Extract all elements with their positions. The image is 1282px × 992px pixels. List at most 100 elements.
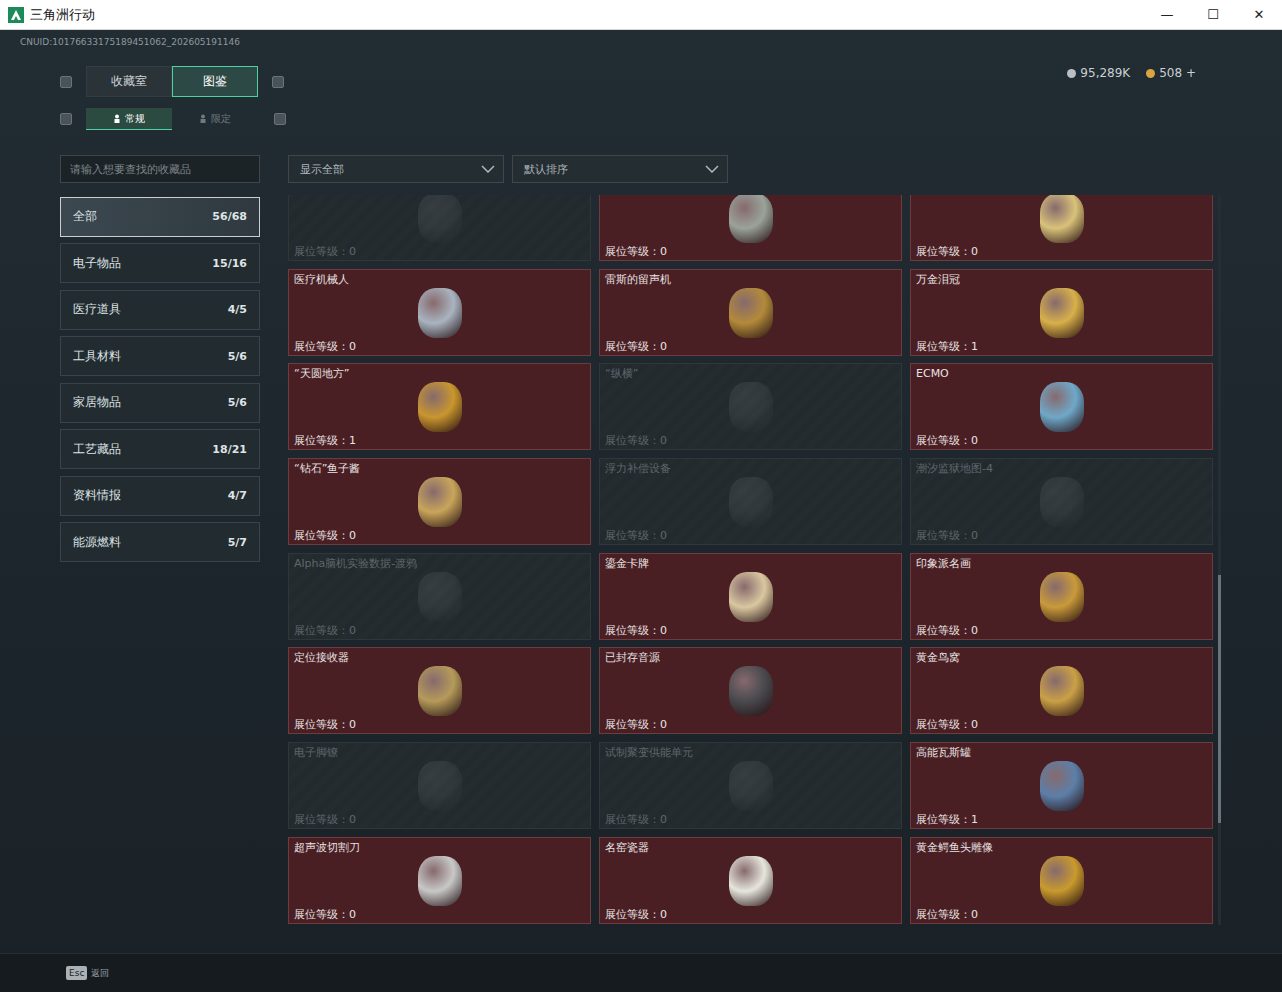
category-item[interactable]: 工艺藏品18/21 xyxy=(60,429,260,469)
item-name: “钻石”鱼子酱 xyxy=(294,462,585,475)
display-level: 展位等级：0 xyxy=(294,718,585,731)
collection-card[interactable]: 展位等级：0 xyxy=(599,195,902,261)
item-name: 定位接收器 xyxy=(294,651,585,664)
chevron-down-icon xyxy=(705,165,719,173)
sub-tab[interactable]: 常规 xyxy=(86,108,172,130)
display-level: 展位等级：0 xyxy=(294,245,585,258)
item-image xyxy=(729,572,773,622)
collection-card[interactable]: 已封存音源展位等级：0 xyxy=(599,647,902,734)
display-level: 展位等级：0 xyxy=(294,340,585,353)
item-name: 高能瓦斯罐 xyxy=(916,746,1207,759)
item-image xyxy=(418,666,462,716)
collection-card[interactable]: 试制聚变供能单元展位等级：0 xyxy=(599,742,902,829)
display-level: 展位等级：0 xyxy=(294,813,585,826)
collection-card[interactable]: 名窑瓷器展位等级：0 xyxy=(599,837,902,924)
collection-card[interactable]: 潮汐监狱地图-4 展位等级：0 xyxy=(910,458,1213,545)
item-name: 印象派名画 xyxy=(916,557,1207,570)
collection-card[interactable]: 雷斯的留声机展位等级：0 xyxy=(599,269,902,356)
collection-card[interactable]: 医疗机械人展位等级：0 xyxy=(288,269,591,356)
sub-tabs: 常规限定 xyxy=(0,108,1282,130)
item-image xyxy=(418,477,462,527)
filter-dropdown[interactable]: 默认排序 xyxy=(512,155,728,183)
collection-card[interactable]: “天圆地方”展位等级：1 xyxy=(288,363,591,450)
scrollbar-thumb[interactable] xyxy=(1218,575,1221,823)
display-level: 展位等级：0 xyxy=(605,434,896,447)
collection-card[interactable]: 展位等级：0 xyxy=(910,195,1213,261)
collection-card[interactable]: ECMO展位等级：0 xyxy=(910,363,1213,450)
category-item[interactable]: 资料情报4/7 xyxy=(60,476,260,516)
display-level: 展位等级：1 xyxy=(916,340,1207,353)
item-image xyxy=(1040,382,1084,432)
item-image xyxy=(729,477,773,527)
category-item[interactable]: 电子物品15/16 xyxy=(60,243,260,283)
collection-card[interactable]: Alpha脑机实验数据-渡鸦展位等级：0 xyxy=(288,553,591,640)
display-level: 展位等级：0 xyxy=(605,245,896,258)
item-image xyxy=(1040,477,1084,527)
display-level: 展位等级：0 xyxy=(916,529,1207,542)
display-level: 展位等级：0 xyxy=(916,245,1207,258)
collection-card[interactable]: 定位接收器展位等级：0 xyxy=(288,647,591,734)
key-hint-icon xyxy=(272,76,284,88)
currency: 95,289K xyxy=(1067,66,1130,80)
category-count: 4/5 xyxy=(228,303,247,316)
coin-icon xyxy=(1067,69,1076,78)
search-field[interactable] xyxy=(60,155,260,183)
item-name: 万金泪冠 xyxy=(916,273,1207,286)
item-image xyxy=(1040,761,1084,811)
item-name: 试制聚变供能单元 xyxy=(605,746,896,759)
category-count: 18/21 xyxy=(212,443,247,456)
collection-card[interactable]: 展位等级：0 xyxy=(288,195,591,261)
category-item[interactable]: 医疗道具4/5 xyxy=(60,290,260,330)
window-control-button[interactable]: ✕ xyxy=(1236,0,1282,29)
back-label[interactable]: 返回 xyxy=(91,967,109,980)
item-name: 黄金鸟窝 xyxy=(916,651,1207,664)
collection-card[interactable]: 黄金鸟窝展位等级：0 xyxy=(910,647,1213,734)
category-item[interactable]: 全部56/68 xyxy=(60,197,260,237)
collection-card[interactable]: 电子脚镣展位等级：0 xyxy=(288,742,591,829)
item-image xyxy=(418,761,462,811)
category-item[interactable]: 能源燃料5/7 xyxy=(60,522,260,562)
scrollbar[interactable] xyxy=(1218,195,1221,925)
key-hint-icon xyxy=(60,113,72,125)
category-item[interactable]: 家居物品5/6 xyxy=(60,383,260,423)
item-image xyxy=(1040,288,1084,338)
item-name: 潮汐监狱地图-4 xyxy=(916,462,1207,475)
sub-tab[interactable]: 限定 xyxy=(172,108,258,130)
collection-card[interactable]: 超声波切割刀展位等级：0 xyxy=(288,837,591,924)
esc-key[interactable]: Esc xyxy=(66,966,87,980)
collection-card[interactable]: 浮力补偿设备展位等级：0 xyxy=(599,458,902,545)
item-image xyxy=(418,195,462,243)
display-level: 展位等级：0 xyxy=(605,813,896,826)
collection-card[interactable]: 印象派名画展位等级：0 xyxy=(910,553,1213,640)
main-tabs: 收藏室图鉴 xyxy=(60,66,284,97)
main-tab[interactable]: 收藏室 xyxy=(86,66,172,97)
item-image xyxy=(418,288,462,338)
chevron-down-icon xyxy=(481,165,495,173)
coin-icon xyxy=(1146,69,1155,78)
display-level: 展位等级：0 xyxy=(916,624,1207,637)
collection-card[interactable]: “钻石”鱼子酱展位等级：0 xyxy=(288,458,591,545)
display-level: 展位等级：0 xyxy=(605,529,896,542)
game-screen: CNUID:10176633175189451062_202605191146收… xyxy=(0,30,1282,992)
item-name: 名窑瓷器 xyxy=(605,841,896,854)
window-control-button[interactable]: ☐ xyxy=(1190,0,1236,29)
main-tab[interactable]: 图鉴 xyxy=(172,66,258,97)
filter-dropdown[interactable]: 显示全部 xyxy=(288,155,504,183)
item-image xyxy=(1040,195,1084,243)
display-level: 展位等级：0 xyxy=(294,529,585,542)
collection-card[interactable]: 高能瓦斯罐展位等级：1 xyxy=(910,742,1213,829)
collection-card[interactable]: 鎏金卡牌展位等级：0 xyxy=(599,553,902,640)
item-image xyxy=(418,382,462,432)
collection-card[interactable]: 万金泪冠展位等级：1 xyxy=(910,269,1213,356)
item-name: 已封存音源 xyxy=(605,651,896,664)
collection-card[interactable]: “纵横”展位等级：0 xyxy=(599,363,902,450)
window-control-button[interactable]: — xyxy=(1144,0,1190,29)
collection-card[interactable]: 黄金鳄鱼头雕像展位等级：0 xyxy=(910,837,1213,924)
display-level: 展位等级：0 xyxy=(916,434,1207,447)
item-name: 医疗机械人 xyxy=(294,273,585,286)
item-name: 黄金鳄鱼头雕像 xyxy=(916,841,1207,854)
item-image xyxy=(418,856,462,906)
display-level: 展位等级：0 xyxy=(294,908,585,921)
category-item[interactable]: 工具材料5/6 xyxy=(60,336,260,376)
display-level: 展位等级：0 xyxy=(605,624,896,637)
